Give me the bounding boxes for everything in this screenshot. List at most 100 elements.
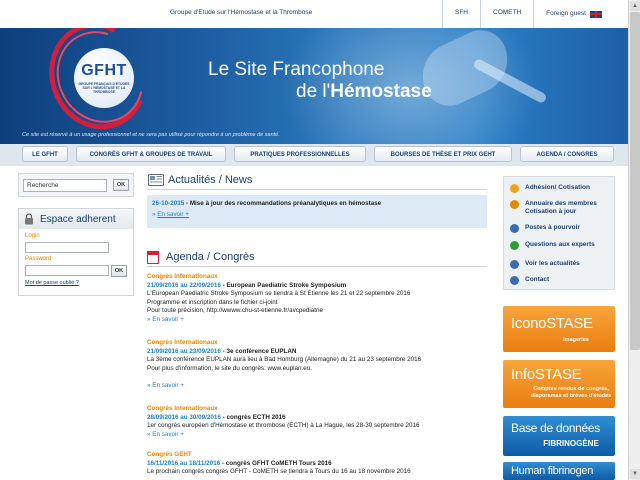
banner-title-prefix: de l' xyxy=(296,81,331,102)
top-link-sfh[interactable]: SFH xyxy=(442,0,480,28)
event-more-link[interactable]: En savoir + xyxy=(152,431,184,438)
uk-flag-icon xyxy=(589,10,602,18)
event-line: La 3ème conférence EUPLAN aura lieu à Ba… xyxy=(147,356,422,364)
infostase-banner[interactable]: InfoSTASE Comptes rendus de congrès, dia… xyxy=(503,360,615,408)
news-icon xyxy=(510,260,519,269)
logo-subtitle: GROUPE FRANÇAIS D'ÉTUDES SUR L'HÉMOSTASE… xyxy=(78,82,130,94)
password-input[interactable] xyxy=(25,265,109,276)
login-label: Login xyxy=(25,233,40,239)
event-line: Pour plus d'information, le site du cong… xyxy=(147,364,313,372)
iconostase-subtitle: Imageries xyxy=(563,337,589,343)
iconostase-title: IconoSTASE xyxy=(511,315,593,332)
side-item-label: Adhésion/ Cotisation xyxy=(525,184,590,191)
event-title: - congrès ECTH 2016 xyxy=(220,413,286,421)
nav-item-le-gfht[interactable]: LE GFHT xyxy=(22,146,68,162)
nav-item-pratiques[interactable]: PRATIQUES PROFESSIONNELLES xyxy=(234,146,366,162)
logo-text: GFHT xyxy=(81,62,127,79)
login-ok-button[interactable]: OK xyxy=(111,265,127,277)
event-date: 16/11/2016 au 18/11/2016 xyxy=(147,459,221,467)
event-more-link[interactable]: En savoir + xyxy=(152,316,184,323)
search-box: OK xyxy=(18,173,134,197)
side-menu: Adhésion/ Cotisation Annuaire des membre… xyxy=(503,176,615,290)
site-name[interactable]: Groupe d'Etude sur l'Hémostase et la Thr… xyxy=(170,9,312,16)
contact-icon xyxy=(510,276,519,285)
iconostase-banner[interactable]: IconoSTASE Imageries xyxy=(503,306,615,352)
top-link-cometh[interactable]: COMETH xyxy=(480,0,533,28)
banner-title-bold: Hémostase xyxy=(330,81,432,102)
event-heading: 21/09/2016 au 22/09/2016 - European Paed… xyxy=(147,282,487,291)
news-title: Actualités / News xyxy=(168,174,253,186)
side-item-label: Postes à pourvoir xyxy=(525,224,580,231)
top-bar: Groupe d'Etude sur l'Hémostase et la Thr… xyxy=(0,0,628,28)
database-subtitle: FIBRINOGÈNE xyxy=(543,439,599,448)
scroll-down-icon[interactable]: ▼ xyxy=(630,469,640,479)
event-more: » En savoir + xyxy=(147,382,487,391)
event-more-link[interactable]: En savoir + xyxy=(152,382,184,389)
event-category: Congrès Internationaux xyxy=(147,273,218,280)
newspaper-icon xyxy=(148,174,164,186)
event-category: Congrès GEHT xyxy=(147,451,192,458)
database-title: Base de données xyxy=(511,421,600,435)
member-area: Espace adherent Login Password OK Mot de… xyxy=(18,208,134,296)
agenda-event: Congrès Internationaux 21/09/2016 au 23/… xyxy=(147,339,487,391)
side-item-label: Annuaire des membres Cotisation à jour xyxy=(525,200,597,215)
agenda-event: Congrès GEHT 16/11/2016 au 18/11/2016 - … xyxy=(147,451,487,477)
agenda-title-rule xyxy=(147,266,487,267)
briefcase-icon xyxy=(510,224,519,233)
forgot-password-link[interactable]: Mot de passe oublié ? xyxy=(25,280,79,286)
event-title: - European Paediatric Stroke Symposium xyxy=(220,281,347,289)
scroll-thumb[interactable] xyxy=(630,12,640,350)
member-area-title: Espace adherent xyxy=(40,214,116,225)
nav-item-congres[interactable]: CONGRÈS GFHT & GROUPES DE TRAVAIL xyxy=(76,146,226,162)
scroll-up-icon[interactable]: ▲ xyxy=(630,1,640,11)
login-input[interactable] xyxy=(25,242,109,253)
event-date: 21/09/2016 au 23/09/2016 xyxy=(147,347,221,355)
lock-icon xyxy=(25,213,33,225)
fibrinogen-database-banner[interactable]: Base de données FIBRINOGÈNE xyxy=(503,416,615,456)
event-heading: 16/11/2016 au 18/11/2016 - congrès GFHT … xyxy=(147,460,487,469)
banner-title-line1: Le Site Francophone xyxy=(208,59,385,80)
vertical-scrollbar[interactable]: ▲ ▼ xyxy=(628,0,640,480)
infostase-subtitle: Comptes rendus de congrès, diaporamas et… xyxy=(530,386,612,399)
side-item-label: Questions aux experts xyxy=(525,241,595,248)
header-banner: GFHT GROUPE FRANÇAIS D'ÉTUDES SUR L'HÉMO… xyxy=(0,28,628,144)
nav-item-bourses[interactable]: BOURSES DE THÈSE ET PRIX GEHT xyxy=(374,146,512,162)
human-fibrinogen-banner[interactable]: Human fibrinogen xyxy=(503,462,615,480)
event-line: L'European Paediatric Stroke Symposium s… xyxy=(147,290,411,298)
side-item-label: Contact xyxy=(525,276,550,283)
top-links: SFH COMETH Foreign guest xyxy=(442,0,614,28)
main-nav: LE GFHT CONGRÈS GFHT & GROUPES DE TRAVAI… xyxy=(0,144,628,166)
event-category: Congrès Internationaux xyxy=(147,405,218,412)
foreign-guest-link[interactable]: Foreign guest xyxy=(533,0,614,28)
event-heading: 21/09/2016 au 23/09/2016 - 3e conférence… xyxy=(147,348,487,357)
news-more-link[interactable]: En savoir + xyxy=(157,211,189,218)
banner-title-line2: de l'Hémostase xyxy=(296,81,432,103)
disclaimer-note: Ce site est réservé à un usage professio… xyxy=(22,132,280,138)
check-icon xyxy=(510,184,519,193)
nav-item-agenda[interactable]: AGENDA / CONGRES xyxy=(520,146,614,162)
event-heading: 28/09/2016 au 30/09/2016 - congrès ECTH … xyxy=(147,414,487,423)
agenda-title: Agenda / Congrès xyxy=(166,251,255,263)
event-line: 1er congrès européen d'Hémostase et thro… xyxy=(147,422,420,430)
password-label: Password xyxy=(25,256,52,262)
news-box: 26-10-2015 - Mise à jour des recommandat… xyxy=(147,195,487,228)
search-input[interactable] xyxy=(23,179,107,192)
event-date: 21/09/2016 au 22/09/2016 xyxy=(147,281,221,289)
foreign-guest-label: Foreign guest xyxy=(546,10,586,17)
event-line: Pour toute précision, http://wwww.chu-st… xyxy=(147,307,324,315)
side-item-label: Voir les actualités xyxy=(525,260,580,267)
question-icon xyxy=(510,241,519,250)
member-area-header: Espace adherent xyxy=(19,209,133,229)
infostase-title: InfoSTASE xyxy=(511,366,582,383)
calendar-icon xyxy=(147,251,159,264)
event-line: Programme et inscription dans le fichier… xyxy=(147,298,278,306)
news-text: - Mise à jour des recommandations préana… xyxy=(184,200,382,207)
agenda-event: Congrès Internationaux 21/09/2016 au 22/… xyxy=(147,273,487,325)
event-category: Congrès Internationaux xyxy=(147,339,218,346)
human-fibrinogen-title: Human fibrinogen xyxy=(511,465,594,477)
agenda-event: Congrès Internationaux 28/09/2016 au 30/… xyxy=(147,405,487,439)
event-more: » En savoir + xyxy=(147,316,487,325)
search-ok-button[interactable]: OK xyxy=(113,179,129,191)
news-title-rule xyxy=(147,189,487,190)
event-title: - 3e conférence EUPLAN xyxy=(220,347,297,355)
